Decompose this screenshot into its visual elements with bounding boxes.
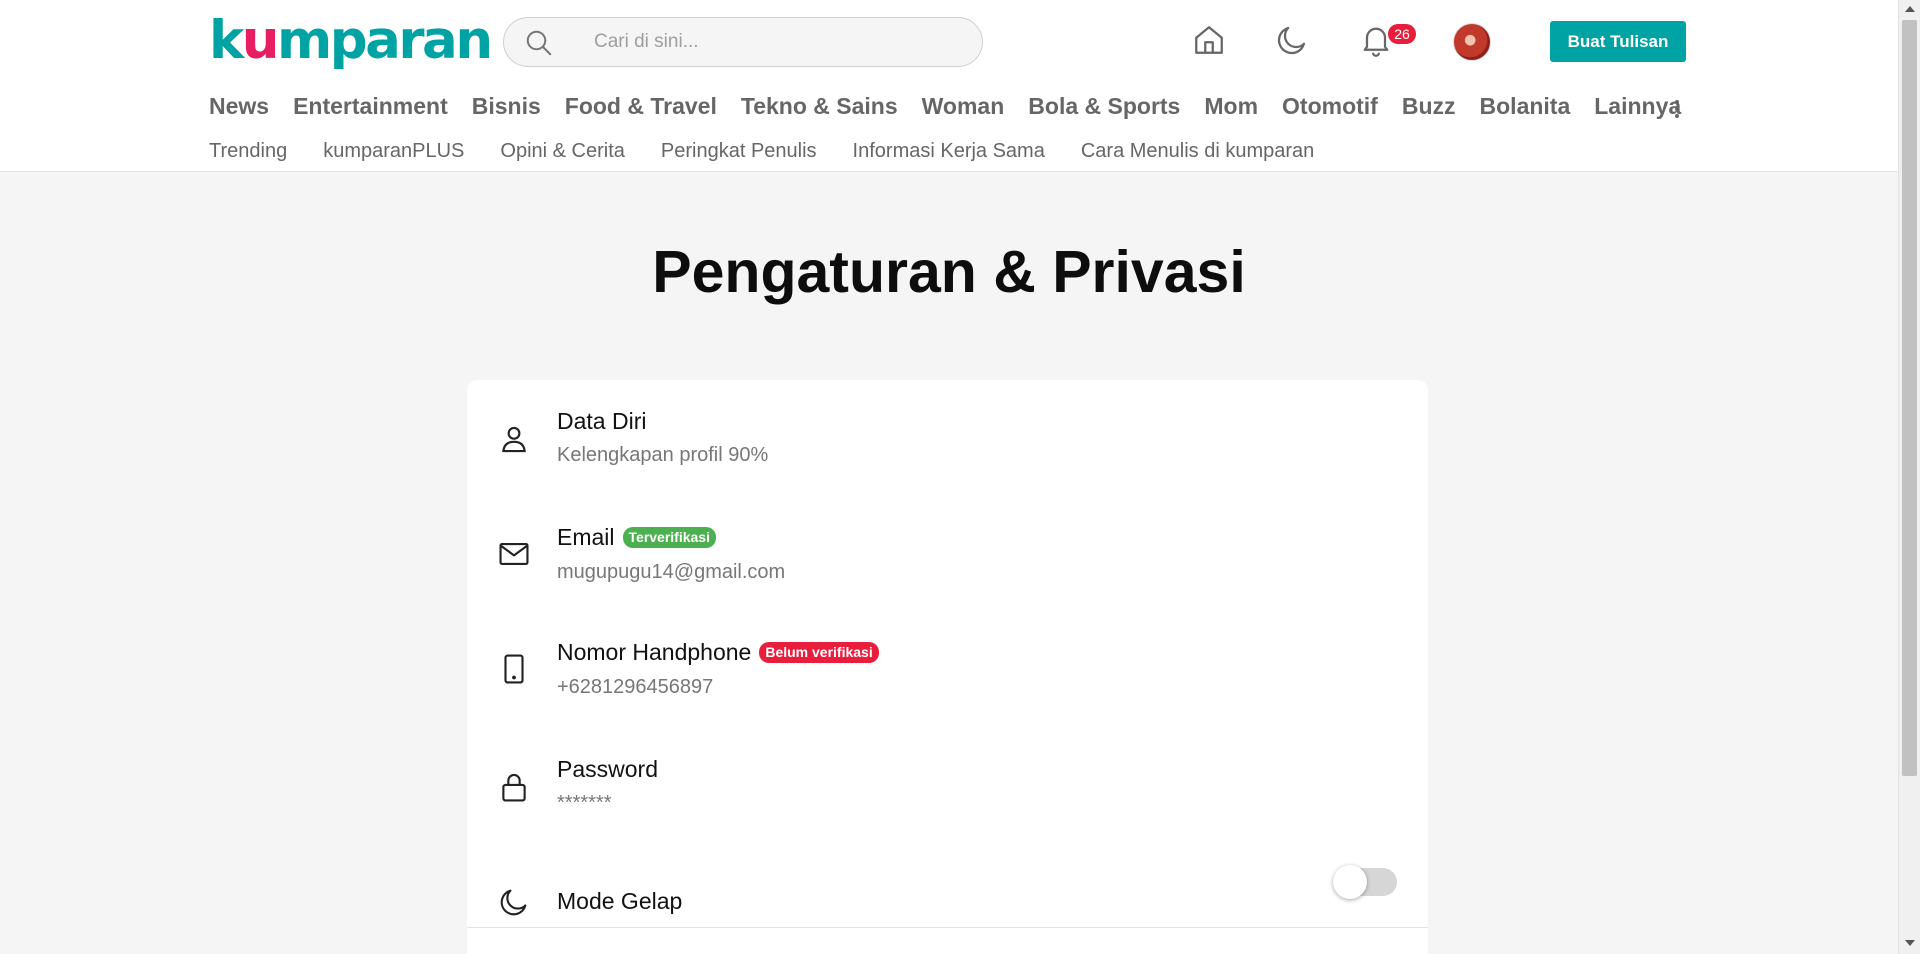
page-scrollbar[interactable] bbox=[1898, 0, 1920, 954]
settings-row-phone[interactable]: Nomor Handphone Belum verifikasi +6281296… bbox=[467, 612, 1428, 728]
write-article-button[interactable]: Buat Tulisan bbox=[1550, 21, 1686, 62]
nav-item-tekno-sains[interactable]: Tekno & Sains bbox=[741, 93, 898, 120]
phone-label: Nomor Handphone bbox=[557, 639, 752, 665]
subnav-item-kumparanplus[interactable]: kumparanPLUS bbox=[323, 140, 464, 163]
subnav-item-peringkat-penulis[interactable]: Peringkat Penulis bbox=[661, 140, 817, 163]
notification-count-badge: 26 bbox=[1388, 24, 1416, 44]
subnav-item-opini-cerita[interactable]: Opini & Cerita bbox=[500, 140, 625, 163]
scroll-up-arrow-icon[interactable] bbox=[1905, 6, 1915, 12]
nav-item-otomotif[interactable]: Otomotif bbox=[1282, 93, 1378, 120]
settings-row-password[interactable]: Password ******* bbox=[467, 728, 1428, 844]
verified-badge: Terverifikasi bbox=[622, 527, 716, 548]
nav-item-entertainment[interactable]: Entertainment bbox=[293, 93, 448, 120]
subnav-item-cara-menulis[interactable]: Cara Menulis di kumparan bbox=[1081, 140, 1314, 163]
subnav-item-trending[interactable]: Trending bbox=[209, 140, 287, 163]
subnav-item-informasi-kerja-sama[interactable]: Informasi Kerja Sama bbox=[853, 140, 1045, 163]
toggle-knob bbox=[1333, 865, 1367, 899]
email-label: Email bbox=[557, 524, 615, 550]
moon-icon[interactable] bbox=[1274, 22, 1310, 58]
scrollbar-thumb[interactable] bbox=[1902, 20, 1917, 776]
phone-value: +6281296456897 bbox=[557, 676, 714, 698]
nav-item-mom[interactable]: Mom bbox=[1204, 93, 1258, 120]
password-value: ******* bbox=[557, 792, 612, 814]
dark-mode-toggle[interactable] bbox=[1333, 865, 1397, 899]
nav-item-woman[interactable]: Woman bbox=[922, 93, 1005, 120]
settings-row-dark-mode: Mode Gelap bbox=[467, 844, 1428, 954]
sub-nav: Trending kumparanPLUS Opini & Cerita Per… bbox=[209, 140, 1314, 163]
settings-row-data-diri[interactable]: Data Diri Kelengkapan profil 90% bbox=[467, 380, 1428, 496]
nav-item-buzz[interactable]: Buzz bbox=[1402, 93, 1456, 120]
page-title: Pengaturan & Privasi bbox=[652, 239, 1246, 305]
mail-icon bbox=[499, 543, 529, 565]
bell-icon[interactable] bbox=[1358, 22, 1394, 58]
nav-item-food-travel[interactable]: Food & Travel bbox=[565, 93, 717, 120]
avatar[interactable] bbox=[1453, 23, 1491, 61]
settings-card: Data Diri Kelengkapan profil 90% Email Te… bbox=[467, 380, 1428, 954]
search-bar[interactable] bbox=[503, 17, 983, 67]
site-header: kumparan 26 Buat Tulisan News Entertainm… bbox=[0, 0, 1898, 172]
settings-row-title: Mode Gelap bbox=[557, 888, 683, 914]
moon-icon bbox=[500, 889, 527, 916]
unverified-badge: Belum verifikasi bbox=[759, 642, 879, 663]
nav-item-news[interactable]: News bbox=[209, 93, 269, 120]
kumparan-logo[interactable]: kumparan bbox=[209, 12, 493, 70]
email-value: mugupugu14@gmail.com bbox=[557, 561, 786, 583]
nav-item-bolanita[interactable]: Bolanita bbox=[1480, 93, 1571, 120]
settings-row-email[interactable]: Email Terverifikasi mugupugu14@gmail.com bbox=[467, 496, 1428, 612]
settings-row-title: Password bbox=[557, 756, 658, 782]
settings-row-title: Data Diri bbox=[557, 408, 647, 434]
divider bbox=[467, 927, 1428, 928]
more-vertical-icon[interactable] bbox=[1672, 97, 1682, 121]
search-icon bbox=[526, 30, 552, 56]
nav-item-bisnis[interactable]: Bisnis bbox=[472, 93, 541, 120]
user-icon bbox=[502, 426, 526, 453]
main-nav: News Entertainment Bisnis Food & Travel … bbox=[209, 93, 1681, 120]
settings-row-title: Nomor Handphone Belum verifikasi bbox=[557, 639, 879, 666]
nav-item-lainnya[interactable]: Lainnya bbox=[1594, 93, 1681, 120]
nav-item-bola-sports[interactable]: Bola & Sports bbox=[1028, 93, 1180, 120]
profile-completeness-text: Kelengkapan profil 90% bbox=[557, 444, 769, 466]
settings-row-title: Email Terverifikasi bbox=[557, 524, 716, 551]
phone-icon bbox=[504, 654, 524, 684]
home-icon[interactable] bbox=[1191, 22, 1227, 58]
search-input[interactable] bbox=[594, 27, 964, 57]
lock-icon bbox=[502, 773, 526, 802]
scroll-down-arrow-icon[interactable] bbox=[1905, 940, 1915, 946]
